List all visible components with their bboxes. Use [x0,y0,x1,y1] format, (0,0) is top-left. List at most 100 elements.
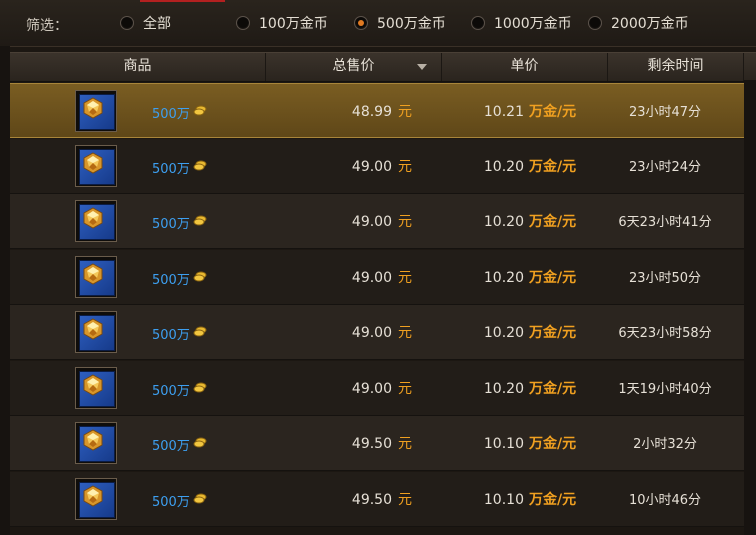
unit-price: 10.21 万金/元 [450,101,610,121]
filter-option-all[interactable]: 全部 [120,12,171,34]
time-left: 23小时47分 [628,105,702,120]
unit-price: 10.20 万金/元 [450,156,610,176]
listing-row[interactable]: 500万 49.50 元 10.10 万金/元 2小时32分 [10,416,756,471]
currency-unit: 元 [398,158,412,175]
column-header-label: 单价 [510,58,539,74]
radio-selected-icon[interactable] [354,16,368,30]
item-thumbnail[interactable] [75,90,117,132]
filter-option-500w[interactable]: 500万金币 [354,12,446,34]
unit-price: 10.20 万金/元 [450,211,610,231]
item-thumbnail[interactable] [75,144,117,187]
listing-row[interactable]: 500万 49.00 元 10.20 万金/元 6天23小时58分 [10,305,756,360]
rate-unit: 万金/元 [528,158,577,175]
unit-price: 10.10 万金/元 [450,489,610,509]
item-thumbnail[interactable] [75,200,117,242]
column-header-total-price[interactable]: 总售价 [266,53,442,81]
filter-option-label: 2000万金币 [611,16,689,32]
gold-coin-icon [193,157,207,170]
column-header-item[interactable]: 商品 [10,53,266,81]
total-price-value: 49.00 [351,214,392,230]
total-price-value: 49.50 [351,491,392,508]
column-header-label: 剩余时间 [647,58,704,74]
unit-price: 10.20 万金/元 [450,322,610,342]
filter-option-100w[interactable]: 100万金币 [236,12,328,34]
item-thumbnail[interactable] [75,477,117,520]
currency-unit: 元 [398,491,412,508]
column-header-time-left[interactable]: 剩余时间 [608,53,744,81]
unit-price-value: 10.20 [483,325,524,341]
filter-option-label: 1000万金币 [494,16,572,32]
total-price: 49.00 元 [332,322,412,342]
filter-option-label: 100万金币 [259,16,328,32]
listing-row[interactable]: 500万 49.00 元 10.20 万金/元 6天23小时41分 [10,194,756,249]
total-price-value: 49.50 [351,436,392,452]
table-header: 商品 总售价 单价 剩余时间 [10,52,756,82]
filter-label: 筛选： [26,18,68,34]
gold-coin-icon [193,490,207,503]
item-thumbnail[interactable] [75,311,117,353]
unit-price-value: 10.20 [483,158,524,175]
rate-unit: 万金/元 [528,436,577,452]
rate-unit: 万金/元 [528,269,577,286]
top-accent-line [140,0,225,2]
time-left: 1天19小时40分 [618,381,712,397]
radio-icon[interactable] [471,16,485,30]
column-header-label: 总售价 [332,58,375,74]
gold-coin-icon [193,379,207,392]
column-header-unit-price[interactable]: 单价 [442,53,608,81]
total-price-value: 48.99 [351,104,392,120]
total-price: 48.99 元 [332,101,412,121]
item-quantity: 500万 [152,161,190,177]
currency-unit: 元 [398,325,412,341]
filter-option-2000w[interactable]: 2000万金币 [588,12,689,34]
filter-option-1000w[interactable]: 1000万金币 [471,12,572,34]
currency-unit: 元 [398,214,412,230]
currency-unit: 元 [398,380,412,397]
filter-option-label: 全部 [143,16,171,32]
rate-unit: 万金/元 [528,325,577,341]
item-quantity: 500万 [152,217,190,232]
gold-coin-icon [193,268,207,281]
time-left: 6天23小时41分 [618,215,712,230]
listing-row[interactable]: 500万 48.99 元 10.21 万金/元 23小时47分 [10,83,756,138]
unit-price-value: 10.20 [483,214,524,230]
total-price: 49.50 元 [332,489,412,509]
currency-unit: 元 [398,269,412,286]
gold-coin-icon [193,212,207,226]
unit-price: 10.20 万金/元 [450,378,610,398]
listing-row[interactable]: 500万 49.50 元 10.10 万金/元 10小时46分 [10,471,756,527]
total-price-value: 49.00 [351,325,392,341]
sort-down-icon[interactable] [417,64,427,70]
item-quantity: 500万 [152,272,190,288]
rate-unit: 万金/元 [528,214,577,230]
rate-unit: 万金/元 [528,491,577,508]
filter-bar: 筛选： 全部 100万金币 500万金币 1000万金币 2000万金币 [0,0,756,47]
unit-price: 10.20 万金/元 [450,267,610,287]
item-thumbnail[interactable] [75,422,117,464]
unit-price-value: 10.10 [483,491,524,508]
radio-icon[interactable] [236,16,250,30]
radio-icon[interactable] [120,16,134,30]
item-quantity: 500万 [152,107,190,122]
unit-price-value: 10.21 [483,104,524,120]
unit-price-value: 10.10 [483,436,524,452]
listing-row[interactable]: 500万 49.00 元 10.20 万金/元 23小时24分 [10,138,756,194]
column-header-label: 商品 [123,58,152,74]
gold-coin-icon [193,434,207,448]
item-thumbnail[interactable] [75,255,117,298]
total-price-value: 49.00 [351,380,392,397]
rate-unit: 万金/元 [528,380,577,397]
time-left: 23小时50分 [628,270,702,286]
listing-row[interactable]: 500万 49.00 元 10.20 万金/元 1天19小时40分 [10,360,756,416]
currency-unit: 元 [398,104,412,120]
currency-unit: 元 [398,436,412,452]
right-rail [744,80,756,535]
item-quantity: 500万 [152,494,190,510]
time-left: 6天23小时58分 [618,326,712,341]
radio-icon[interactable] [588,16,602,30]
listing-row[interactable]: 500万 49.00 元 10.20 万金/元 23小时50分 [10,249,756,305]
gold-coin-icon [193,323,207,337]
item-thumbnail[interactable] [75,366,117,409]
total-price-value: 49.00 [351,158,392,175]
total-price: 49.00 元 [332,378,412,398]
